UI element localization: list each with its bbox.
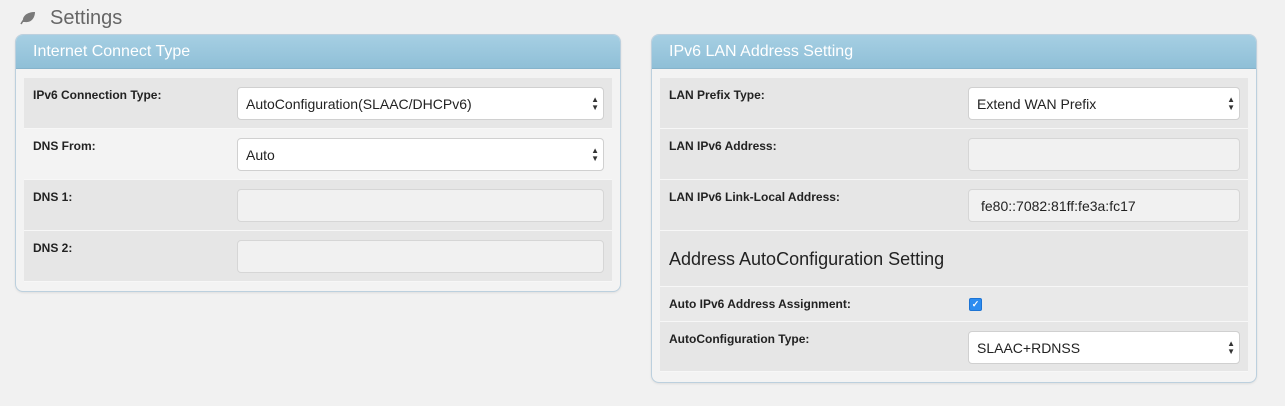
autoconfig-type-select[interactable]: SLAAC+RDNSS ▲ ▼ (968, 331, 1240, 364)
input-value: fe80::7082:81ff:fe3a:fc17 (981, 197, 1136, 214)
lan-ipv6-address-row: LAN IPv6 Address: (660, 129, 1248, 180)
autoconfig-type-row: AutoConfiguration Type: SLAAC+RDNSS ▲ ▼ (660, 322, 1248, 372)
select-arrows-icon: ▲ ▼ (1227, 339, 1235, 356)
select-value: SLAAC+RDNSS (977, 339, 1081, 356)
select-value: AutoConfiguration(SLAAC/DHCPv6) (246, 95, 472, 112)
field-label: AutoConfiguration Type: (669, 332, 810, 346)
field-label: LAN IPv6 Link-Local Address: (669, 190, 840, 204)
dns2-input[interactable] (237, 240, 604, 273)
dns-from-select[interactable]: Auto ▲ ▼ (237, 138, 604, 171)
field-label: LAN IPv6 Address: (669, 139, 777, 153)
field-label: IPv6 Connection Type: (33, 88, 162, 102)
dns1-row: DNS 1: (24, 180, 612, 231)
select-arrows-icon: ▲ ▼ (591, 146, 599, 163)
ipv6-connection-type-select[interactable]: AutoConfiguration(SLAAC/DHCPv6) ▲ ▼ (237, 87, 604, 120)
select-value: Auto (246, 146, 275, 163)
dns1-input[interactable] (237, 189, 604, 222)
page-title: Settings (50, 6, 123, 29)
autoconfig-section-row: Address AutoConfiguration Setting (660, 231, 1248, 287)
field-label: Auto IPv6 Address Assignment: (669, 297, 851, 311)
field-label: DNS From: (33, 139, 96, 153)
page-header: Settings (20, 4, 122, 32)
field-label: DNS 1: (33, 190, 73, 204)
ipv6-connection-type-row: IPv6 Connection Type: AutoConfiguration(… (24, 78, 612, 129)
dns-from-row: DNS From: Auto ▲ ▼ (24, 129, 612, 180)
panel-title: IPv6 LAN Address Setting (652, 35, 1256, 69)
dns2-row: DNS 2: (24, 231, 612, 282)
internet-connect-type-panel: Internet Connect Type IPv6 Connection Ty… (15, 34, 621, 292)
field-label: DNS 2: (33, 241, 73, 255)
panel-title: Internet Connect Type (16, 35, 620, 69)
leaf-icon (20, 10, 36, 26)
select-arrows-icon: ▲ ▼ (591, 95, 599, 112)
field-label: LAN Prefix Type: (669, 88, 765, 102)
auto-ipv6-assignment-row: Auto IPv6 Address Assignment: ✓ (660, 287, 1248, 322)
lan-link-local-input[interactable]: fe80::7082:81ff:fe3a:fc17 (968, 189, 1240, 222)
lan-ipv6-address-input[interactable] (968, 138, 1240, 171)
ipv6-lan-address-panel: IPv6 LAN Address Setting LAN Prefix Type… (651, 34, 1257, 383)
lan-link-local-row: LAN IPv6 Link-Local Address: fe80::7082:… (660, 180, 1248, 231)
auto-ipv6-assignment-checkbox[interactable]: ✓ (969, 298, 982, 311)
lan-prefix-type-row: LAN Prefix Type: Extend WAN Prefix ▲ ▼ (660, 78, 1248, 129)
section-heading: Address AutoConfiguration Setting (669, 249, 945, 269)
select-value: Extend WAN Prefix (977, 95, 1097, 112)
select-arrows-icon: ▲ ▼ (1227, 95, 1235, 112)
lan-prefix-type-select[interactable]: Extend WAN Prefix ▲ ▼ (968, 87, 1240, 120)
